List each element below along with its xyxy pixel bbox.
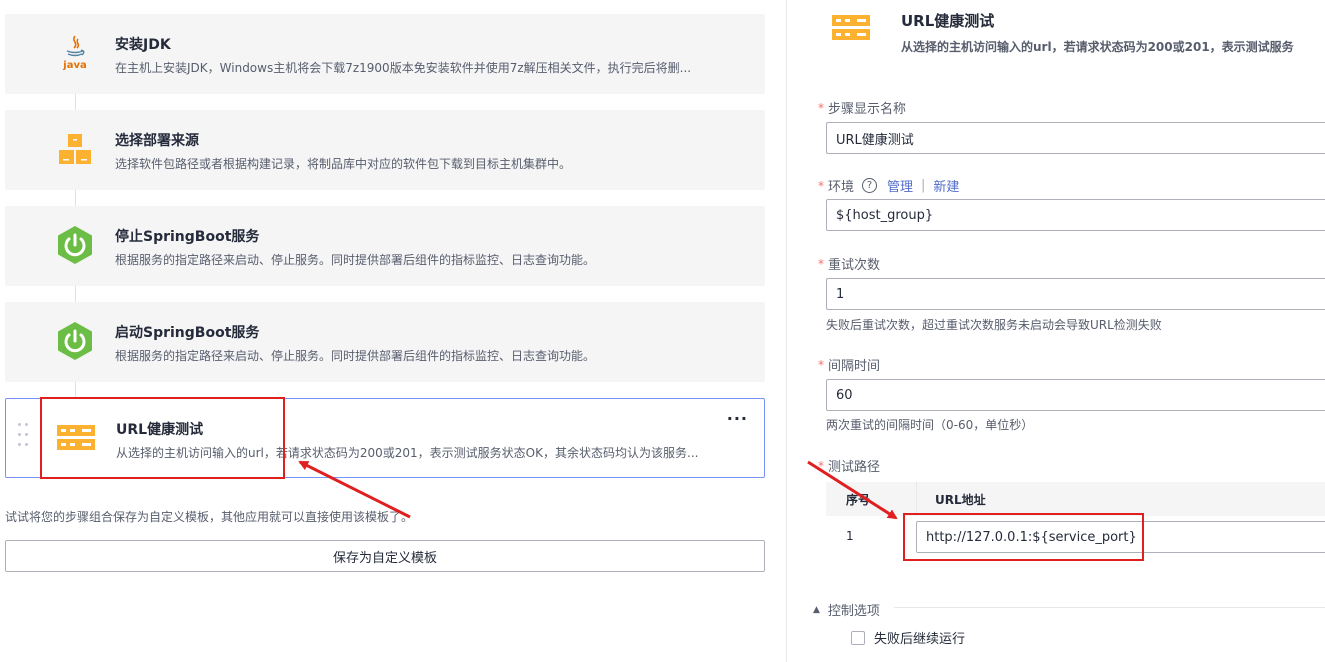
retry-help: 失败后重试次数，超过重试次数服务未启动会导致URL检测失败 — [826, 318, 1162, 332]
column-separator — [916, 482, 917, 516]
link-separator: | — [921, 178, 926, 193]
springboot-power-icon — [55, 225, 95, 265]
retry-label: * 重试次数 — [818, 256, 881, 274]
collapse-triangle-icon: ▲ — [813, 604, 820, 615]
retry-input[interactable]: 1 — [826, 278, 1325, 310]
table-row-index: 1 — [846, 529, 854, 543]
server-icon — [56, 418, 96, 458]
step-name-label: * 步骤显示名称 — [818, 100, 907, 118]
help-icon[interactable]: ? — [862, 178, 878, 193]
env-manage-link[interactable]: 管理 — [887, 176, 913, 195]
step-connector — [75, 382, 76, 398]
step-connector — [75, 286, 76, 302]
section-divider — [894, 607, 1325, 608]
step-card-deploy-source[interactable]: 选择部署来源 选择软件包路径或者根据构建记录，将制品库中对应的软件包下载到目标主… — [5, 110, 765, 190]
detail-title: URL健康测试 — [901, 12, 995, 30]
step-desc: 在主机上安装JDK，Windows主机将会下载7z1900版本免安装软件并使用7… — [115, 61, 692, 75]
java-icon: java — [55, 33, 95, 73]
step-title: 停止SpringBoot服务 — [115, 229, 260, 245]
required-mark: * — [818, 100, 824, 115]
template-hint: 试试将您的步骤组合保存为自定义模板，其他应用就可以直接使用该模板了。 — [5, 510, 414, 524]
server-icon — [831, 14, 871, 46]
page: java 安装JDK 在主机上安装JDK，Windows主机将会下载7z1900… — [0, 0, 1325, 662]
interval-label: * 间隔时间 — [818, 357, 881, 375]
step-title: 选择部署来源 — [115, 133, 199, 149]
step-desc: 根据服务的指定路径来启动、停止服务。同时提供部署后组件的指标监控、日志查询功能。 — [115, 349, 596, 363]
step-card-install-jdk[interactable]: java 安装JDK 在主机上安装JDK，Windows主机将会下载7z1900… — [5, 14, 765, 94]
step-title: URL健康测试 — [116, 422, 204, 438]
control-options-toggle[interactable]: ▲ 控制选项 — [813, 600, 880, 619]
save-template-button[interactable]: 保存为自定义模板 — [5, 540, 765, 572]
continue-on-fail-option[interactable]: 失败后继续运行 — [851, 628, 965, 647]
step-card-stop-springboot[interactable]: 停止SpringBoot服务 根据服务的指定路径来启动、停止服务。同时提供部署后… — [5, 206, 765, 286]
required-mark: * — [818, 458, 824, 473]
step-card-start-springboot[interactable]: 启动SpringBoot服务 根据服务的指定路径来启动、停止服务。同时提供部署后… — [5, 302, 765, 382]
svg-text:java: java — [62, 60, 86, 71]
drag-handle-icon[interactable] — [18, 423, 30, 453]
boxes-icon — [55, 129, 95, 169]
step-title: 启动SpringBoot服务 — [115, 325, 260, 341]
path-label: * 测试路径 — [818, 458, 881, 476]
step-name-input[interactable]: URL健康测试 — [826, 122, 1325, 154]
detail-desc: 从选择的主机访问输入的url，若请求状态码为200或201，表示测试服务 — [901, 40, 1294, 54]
url-table-header: 序号 URL地址 — [826, 482, 1325, 516]
step-connector — [75, 190, 76, 206]
column-header-url: URL地址 — [935, 493, 986, 507]
env-select[interactable]: ${host_group} — [826, 199, 1325, 231]
continue-on-fail-checkbox[interactable] — [851, 630, 865, 645]
required-mark: * — [818, 357, 824, 372]
step-title: 安装JDK — [115, 37, 171, 53]
step-desc: 从选择的主机访问输入的url，若请求状态码为200或201，表示测试服务状态OK… — [116, 446, 699, 460]
springboot-power-icon — [55, 321, 95, 361]
column-header-index: 序号 — [846, 493, 871, 507]
step-detail-panel: URL健康测试 从选择的主机访问输入的url，若请求状态码为200或201，表示… — [787, 0, 1325, 662]
required-mark: * — [818, 178, 824, 193]
step-card-url-health-test[interactable]: URL健康测试 从选择的主机访问输入的url，若请求状态码为200或201，表示… — [5, 398, 765, 478]
more-options-button[interactable]: ··· — [727, 409, 748, 428]
step-desc: 选择软件包路径或者根据构建记录，将制品库中对应的软件包下载到目标主机集群中。 — [115, 157, 572, 171]
step-desc: 根据服务的指定路径来启动、停止服务。同时提供部署后组件的指标监控、日志查询功能。 — [115, 253, 596, 267]
env-label: * 环境 ? 管理 | 新建 — [818, 176, 960, 195]
interval-help: 两次重试的间隔时间（0-60，单位秒） — [826, 418, 1034, 432]
required-mark: * — [818, 256, 824, 271]
url-input[interactable]: http://127.0.0.1:${service_port} — [916, 521, 1325, 553]
env-new-link[interactable]: 新建 — [933, 176, 959, 195]
step-list-panel: java 安装JDK 在主机上安装JDK，Windows主机将会下载7z1900… — [0, 0, 786, 662]
step-connector — [75, 94, 76, 110]
interval-input[interactable]: 60 — [826, 379, 1325, 411]
